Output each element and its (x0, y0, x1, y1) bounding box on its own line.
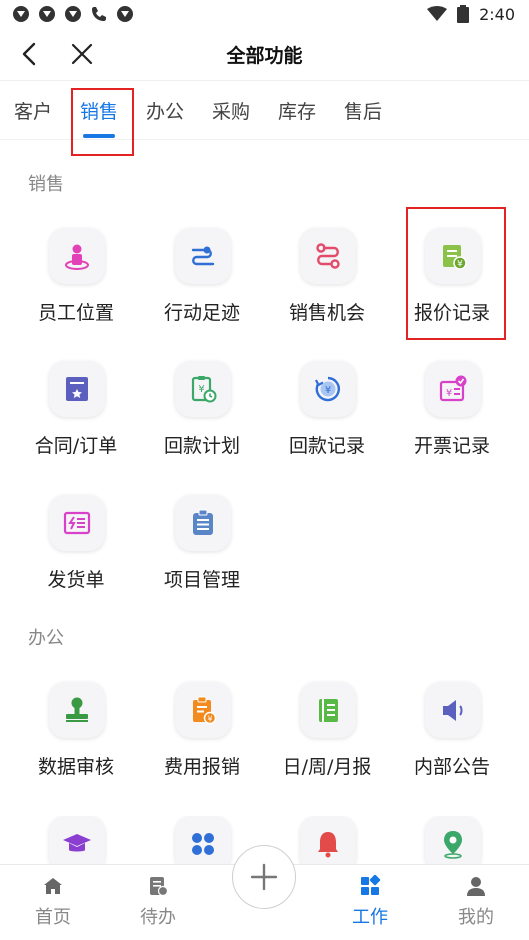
grid-item-training[interactable] (13, 816, 139, 864)
bottom-nav-home[interactable]: 首页 (18, 873, 88, 929)
bottom-nav-label: 工作 (352, 907, 388, 928)
bottom-nav-todo[interactable]: 待办 (123, 873, 193, 929)
grid-item-label: 回款计划 (163, 435, 240, 457)
section-title-office: 办公 (28, 628, 64, 649)
grid-item-project-management[interactable]: 项目管理 (139, 495, 265, 605)
grid-item-action-track[interactable]: 行动足迹 (139, 228, 265, 338)
nav-bar: 全部功能 (0, 28, 529, 80)
home-icon (44, 878, 62, 894)
status-time: 2:40 (479, 4, 515, 24)
phone-icon (92, 7, 106, 21)
bottom-nav-me[interactable]: 我的 (441, 873, 511, 929)
grid-item-invoice-record[interactable]: ¥ 开票记录 (389, 361, 515, 471)
section-title-sales: 销售 (28, 174, 64, 195)
svg-text:¥: ¥ (446, 388, 452, 399)
grid-item-delivery-note[interactable]: 发货单 (13, 495, 139, 605)
notification-icon (13, 6, 29, 22)
contract-icon (49, 361, 105, 417)
category-tabs: 客户 销售 办公 采购 库存 售后 (0, 80, 529, 156)
svg-text:¥: ¥ (207, 715, 212, 724)
grid-item-label: 日/周/月报 (282, 756, 372, 778)
grid-item-label: 销售机会 (288, 302, 365, 324)
grid-item-sales-opportunity[interactable]: 销售机会 (264, 228, 390, 338)
notification-icon (39, 6, 55, 22)
battery-icon (457, 5, 470, 23)
employee-location-icon (49, 228, 105, 284)
grid-item-data-review[interactable]: 数据审核 (13, 682, 139, 792)
highlight-box (71, 88, 134, 156)
work-grid-icon (361, 875, 381, 895)
tab-purchase[interactable]: 采购 (212, 97, 250, 124)
bottom-nav-work[interactable]: 工作 (335, 873, 405, 929)
location-pin-icon (425, 816, 481, 864)
grid-item-label: 项目管理 (163, 569, 240, 591)
grid-item-internal-announcement[interactable]: 内部公告 (389, 682, 515, 792)
user-icon (467, 877, 485, 896)
grid-item-label: 合同/订单 (34, 435, 118, 457)
route-icon (300, 228, 356, 284)
tab-after-sales[interactable]: 售后 (344, 97, 382, 124)
grid-item-label: 回款记录 (288, 435, 365, 457)
report-icon (300, 682, 356, 738)
bell-icon (300, 816, 356, 864)
grid-item-payment-record[interactable]: ¥ 回款记录 (264, 361, 390, 471)
project-icon (175, 495, 231, 551)
graduation-cap-icon (49, 816, 105, 864)
todo-icon (150, 877, 169, 897)
grid-item-label: 内部公告 (413, 756, 490, 778)
grid-item-label: 数据审核 (37, 756, 114, 778)
grid-item-label: 开票记录 (413, 435, 490, 457)
svg-text:¥: ¥ (198, 384, 204, 395)
bottom-nav-label: 首页 (35, 907, 71, 928)
grid-item-reports[interactable]: 日/周/月报 (264, 682, 390, 792)
megaphone-icon (425, 682, 481, 738)
page-title: 全部功能 (226, 45, 303, 67)
add-button[interactable] (232, 845, 296, 909)
bottom-nav-label: 我的 (458, 907, 494, 928)
plus-icon (250, 863, 278, 891)
status-bar: 2:40 (0, 0, 529, 28)
stamp-icon (49, 682, 105, 738)
tab-inventory[interactable]: 库存 (278, 97, 316, 124)
bottom-nav-label: 待办 (140, 907, 176, 928)
grid-item-payment-plan[interactable]: ¥ 回款计划 (139, 361, 265, 471)
grid-item-label: 发货单 (47, 569, 105, 591)
payment-plan-icon: ¥ (175, 361, 231, 417)
grid-item-label: 员工位置 (37, 302, 114, 324)
bottom-nav: 首页 待办 工作 我的 (0, 845, 529, 940)
grid-item-label: 费用报销 (163, 756, 240, 778)
grid-item-expense-reimbursement[interactable]: ¥ 费用报销 (139, 682, 265, 792)
svg-text:¥: ¥ (325, 385, 331, 396)
grid-item-label: 行动足迹 (163, 302, 240, 324)
grid-item-contract-order[interactable]: 合同/订单 (13, 361, 139, 471)
tab-office[interactable]: 办公 (146, 97, 184, 124)
grid-item-check-in[interactable] (389, 816, 515, 864)
wifi-icon (427, 6, 448, 21)
highlight-box (406, 207, 506, 340)
tab-customer[interactable]: 客户 (14, 97, 52, 124)
expense-icon: ¥ (175, 682, 231, 738)
footprint-icon (175, 228, 231, 284)
delivery-icon (49, 495, 105, 551)
invoice-icon: ¥ (425, 361, 481, 417)
notification-icon (65, 6, 81, 22)
payment-record-icon: ¥ (300, 361, 356, 417)
apps-icon (175, 816, 231, 864)
notification-icon (117, 6, 133, 22)
grid-item-employee-location[interactable]: 员工位置 (13, 228, 139, 338)
